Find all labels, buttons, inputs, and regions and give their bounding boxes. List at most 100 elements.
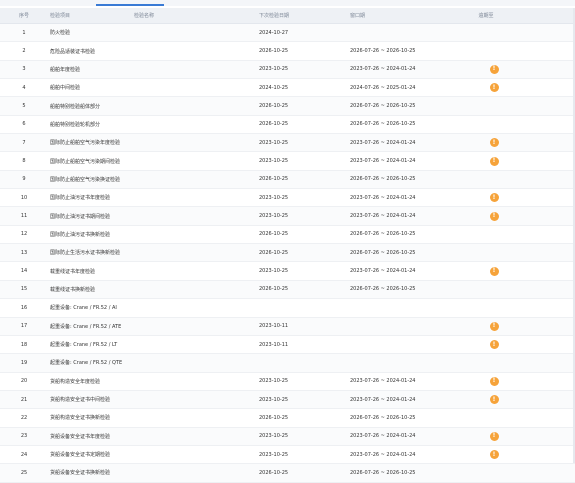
row-item-name: 危险品适装证书检验	[50, 48, 96, 55]
row-index: 18	[20, 341, 28, 348]
table-row[interactable]: 21 货船构造安全证书中间检验 2023-10-25 2023-07-26 ~ 202…	[0, 390, 575, 410]
col-category[interactable]: 检验名称	[134, 8, 214, 23]
warning-badge-icon: !	[489, 266, 499, 276]
table-row[interactable]: 24 货船设备安全证书定期检验 2023-10-25 2023-07-26 ~ 202…	[0, 446, 575, 465]
col-next-date[interactable]: 下次检验日期	[259, 8, 339, 23]
table-row[interactable]: 4 船舶中间检验 2024-10-25 2024-07-26 ~ 2025-01-24…	[0, 79, 575, 98]
row-item-name: 载重线证书年度检验	[50, 268, 96, 275]
table-row[interactable]: 18 起重设备: Crane / FR.52 / LT 2023-10-11!	[0, 336, 575, 355]
row-window: 2023-07-26 ~ 2024-01-24	[350, 451, 416, 458]
row-index: 14	[20, 268, 28, 275]
row-overdue	[486, 171, 502, 188]
row-window: 2023-07-26 ~ 2024-01-24	[350, 194, 416, 201]
row-window: 2023-07-26 ~ 2024-01-24	[350, 378, 416, 385]
row-next-date: 2023-10-11	[259, 341, 289, 348]
row-index: 1	[22, 29, 26, 36]
row-next-date: 2026-10-25	[259, 103, 289, 110]
row-next-date: 2023-10-25	[259, 433, 289, 440]
row-item-name: 起重设备: Crane / FR.52 / QTE	[50, 360, 123, 367]
warning-badge-icon: !	[489, 340, 499, 350]
row-window	[350, 336, 460, 353]
row-index: 15	[20, 286, 28, 293]
table-row[interactable]: 12 国际防止油污证书换新检验 2026-10-25 2026-07-26 ~ 202…	[0, 226, 575, 245]
row-overdue: !	[486, 79, 502, 96]
row-index: 6	[22, 121, 26, 128]
table-row[interactable]: 8 国际防止船舶空气污染期间检验 2023-10-25 2023-07-26 ~ 20…	[0, 152, 575, 171]
table-row[interactable]: 10 国际防止油污证书年度检验 2023-10-25 2023-07-26 ~ 202…	[0, 189, 575, 208]
table-row[interactable]: 3 船舶年度检验 2023-10-25 2023-07-26 ~ 2024-01-24…	[0, 60, 575, 80]
tab-strip	[0, 0, 575, 6]
warning-badge-icon: !	[489, 450, 499, 460]
table-row[interactable]: 2 危险品适装证书检验 2026-10-25 2026-07-26 ~ 2026-10…	[0, 42, 575, 61]
row-next-date	[259, 299, 339, 316]
table-row[interactable]: 15 载重线证书换新检验 2026-10-25 2026-07-26 ~ 2026-1…	[0, 280, 575, 300]
row-window	[350, 318, 460, 335]
row-item-name: 货船构造安全证书换新检验	[50, 415, 111, 422]
row-next-date: 2026-10-25	[259, 469, 289, 476]
row-overdue	[486, 244, 502, 261]
row-item-name: 防火检验	[50, 30, 71, 37]
row-next-date: 2023-10-25	[259, 451, 289, 458]
row-next-date	[259, 354, 339, 371]
row-next-date: 2024-10-27	[259, 29, 289, 36]
table-row[interactable]: 6 船舶特别检验轮机部分 2026-10-25 2026-07-26 ~ 2026-1…	[0, 116, 575, 135]
warning-badge-icon: !	[489, 83, 499, 93]
row-item-name: 国际防止油污证书换新检验	[50, 231, 111, 238]
table-row[interactable]: 1 防火检验 2024-10-27	[0, 24, 575, 43]
row-item-name: 起重设备: Crane / FR.52 / LT	[50, 342, 118, 349]
table-row[interactable]: 16 起重设备: Crane / FR.52 / AI	[0, 299, 575, 318]
row-item-name: 起重设备: Crane / FR.52 / ATE	[50, 323, 122, 330]
row-overdue	[486, 281, 502, 298]
row-window: 2026-07-26 ~ 2026-10-25	[350, 249, 416, 256]
row-window	[350, 24, 460, 41]
row-next-date: 2023-10-25	[259, 396, 289, 403]
row-index: 22	[20, 414, 28, 421]
row-window: 2026-07-26 ~ 2026-10-25	[350, 414, 416, 421]
row-overdue: !	[486, 152, 502, 169]
table-row[interactable]: 25 货船设备安全证书换新检验 2026-10-25 2026-07-26 ~ 202…	[0, 464, 575, 483]
row-next-date: 2026-10-25	[259, 231, 289, 238]
row-index: 17	[20, 323, 28, 330]
row-overdue: !	[486, 336, 502, 353]
row-index: 19	[20, 359, 28, 366]
row-item-name: 货船设备安全证书定期检验	[50, 452, 111, 459]
row-index: 7	[22, 139, 26, 146]
row-window: 2026-07-26 ~ 2026-10-25	[350, 469, 416, 476]
row-window: 2023-07-26 ~ 2024-01-24	[350, 433, 416, 440]
row-item-name: 国际防止船舶空气污染换证检验	[50, 176, 121, 183]
row-next-date: 2026-10-25	[259, 249, 289, 256]
col-idx[interactable]: 序号	[12, 8, 36, 23]
row-index: 11	[20, 213, 28, 220]
row-window: 2023-07-26 ~ 2024-01-24	[350, 213, 416, 220]
col-overdue[interactable]: 逾期至	[466, 8, 506, 23]
table-row[interactable]: 9 国际防止船舶空气污染换证检验 2026-10-25 2026-07-26 ~ 20…	[0, 170, 575, 190]
row-window: 2026-07-26 ~ 2026-10-25	[350, 176, 416, 183]
table-row[interactable]: 14 载重线证书年度检验 2023-10-25 2023-07-26 ~ 2024-0…	[0, 262, 575, 281]
table-row[interactable]: 23 货船设备安全证书年度检验 2023-10-25 2023-07-26 ~ 202…	[0, 427, 575, 446]
table-row[interactable]: 13 国际防止生活污水证书换新检验 2026-10-25 2026-07-26 ~ 2…	[0, 244, 575, 263]
table-row[interactable]: 20 货船构造安全年度检验 2023-10-25 2023-07-26 ~ 2024-…	[0, 373, 575, 391]
row-window: 2023-07-26 ~ 2024-01-24	[350, 158, 416, 165]
row-window: 2026-07-26 ~ 2026-10-25	[350, 103, 416, 110]
row-index: 13	[20, 249, 28, 256]
row-index: 16	[20, 304, 28, 311]
row-index: 10	[20, 194, 28, 201]
row-next-date: 2024-10-25	[259, 84, 289, 91]
table-row[interactable]: 22 货船构造安全证书换新检验 2026-10-25 2026-07-26 ~ 202…	[0, 409, 575, 428]
row-next-date: 2023-10-25	[259, 378, 289, 385]
table-row[interactable]: 7 国际防止船舶空气污染年度检验 2023-10-25 2023-07-26 ~ 20…	[0, 134, 575, 153]
col-window[interactable]: 窗口期	[350, 8, 460, 23]
row-index: 4	[22, 84, 26, 91]
row-index: 23	[20, 433, 28, 440]
table-row[interactable]: 11 国际防止油污证书期间检验 2023-10-25 2023-07-26 ~ 202…	[0, 207, 575, 226]
row-index: 21	[20, 396, 28, 403]
row-overdue: !	[486, 318, 502, 335]
row-overdue	[486, 464, 502, 481]
row-overdue: !	[486, 446, 502, 463]
row-item-name: 货船构造安全证书中间检验	[50, 397, 111, 404]
row-index: 5	[22, 103, 26, 110]
table-row[interactable]: 17 起重设备: Crane / FR.52 / ATE 2023-10-11!	[0, 317, 575, 336]
warning-badge-icon: !	[489, 156, 499, 166]
table-row[interactable]: 19 起重设备: Crane / FR.52 / QTE	[0, 354, 575, 373]
table-row[interactable]: 5 船舶特别检验船体部分 2026-10-25 2026-07-26 ~ 2026-1…	[0, 97, 575, 116]
